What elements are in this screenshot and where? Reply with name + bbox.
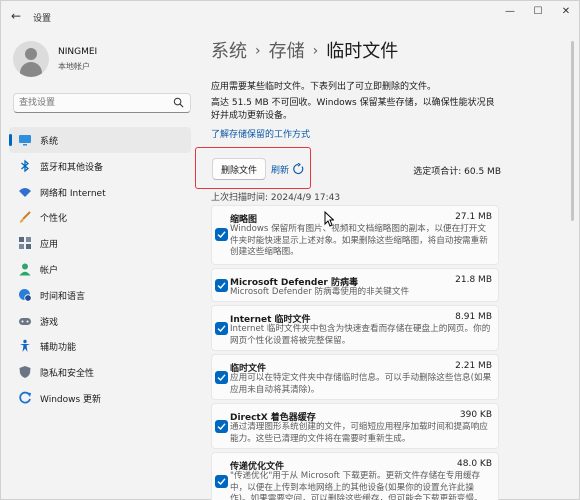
- search-input[interactable]: [19, 96, 169, 110]
- item-size: 48.0 KB: [457, 459, 492, 469]
- sidebar-item-time-language[interactable]: 时间和语言: [9, 282, 191, 308]
- intro-text: 应用需要某些临时文件。下表列出了可立即删除的文件。: [211, 82, 437, 92]
- gamepad-icon: [19, 317, 31, 325]
- item-checkbox[interactable]: [215, 371, 228, 384]
- sidebar-item-label: 隐私和安全性: [40, 369, 95, 380]
- settings-window: ← 设置 — ☐ ✕ NINGMEI 本地帐户 系统: [0, 0, 580, 500]
- item-description: Windows 保留所有图片、视频和文档缩略图的副本，以便在打开文件夹时能快速显…: [230, 224, 488, 258]
- back-arrow-icon[interactable]: ←: [11, 9, 25, 23]
- person-icon: [19, 263, 31, 276]
- check-icon: [217, 374, 226, 382]
- user-name: NINGMEI: [58, 47, 98, 57]
- list-item[interactable]: 缩略图 27.1 MB Windows 保留所有图片、视频和文档缩略图的副本，以…: [211, 205, 499, 265]
- list-item[interactable]: 临时文件 2.21 MB 应用可以在特定文件夹中存储临时信息。可以手动删除这些信…: [211, 354, 499, 400]
- sidebar-item-system[interactable]: 系统: [9, 127, 191, 153]
- sidebar-item-label: 帐户: [40, 265, 59, 276]
- search-box[interactable]: [13, 93, 191, 113]
- monitor-icon: [19, 135, 31, 146]
- sidebar-item-gaming[interactable]: 游戏: [9, 308, 191, 334]
- sidebar-item-label: 系统: [40, 137, 59, 147]
- minimize-button[interactable]: —: [499, 5, 521, 19]
- sidebar-item-label: 蓝牙和其他设备: [40, 162, 104, 173]
- close-button[interactable]: ✕: [555, 5, 577, 19]
- list-item[interactable]: DirectX 着色器缓存 390 KB 通过清理图形系统创建的文件，可缩短应用…: [211, 403, 499, 449]
- page-title: 临时文件: [326, 41, 399, 62]
- last-scan-time: 上次扫描时间: 2024/4/9 17:43: [211, 193, 341, 203]
- item-description: Microsoft Defender 防病毒使用的非关键文件: [230, 287, 410, 297]
- scrollbar[interactable]: [571, 41, 574, 221]
- apps-icon: [19, 237, 31, 250]
- item-size: 390 KB: [459, 410, 492, 420]
- check-icon: [217, 423, 226, 431]
- breadcrumb-separator: ›: [255, 43, 261, 59]
- breadcrumb-system[interactable]: 系统: [211, 41, 247, 62]
- item-description: 应用可以在特定文件夹中存储临时信息。可以手动删除这些信息(如果应用未自动将其清除…: [230, 373, 492, 395]
- reserved-storage-text: 高达 51.5 MB 不可回收。Windows 保留某些存储，以确保性能状况良好…: [211, 98, 495, 121]
- sidebar-item-label: 游戏: [40, 317, 59, 328]
- breadcrumb-separator: ›: [312, 43, 319, 59]
- sidebar-item-windows-update[interactable]: Windows 更新: [9, 385, 191, 411]
- sidebar-item-label: 应用: [40, 240, 59, 251]
- item-size: 21.8 MB: [455, 275, 492, 285]
- item-description: 通过清理图形系统创建的文件，可缩短应用程序加载时间和提高响应能力。这些已清理的文…: [230, 422, 488, 444]
- list-item[interactable]: Microsoft Defender 防病毒 21.8 MB Microsoft…: [211, 268, 499, 302]
- search-icon[interactable]: [173, 97, 184, 108]
- breadcrumb: 系统 › 存储 › 临时文件: [211, 37, 398, 63]
- sidebar-item-label: 网络和 Internet: [40, 188, 106, 199]
- temp-files-list: 缩略图 27.1 MB Windows 保留所有图片、视频和文档缩略图的副本，以…: [211, 205, 501, 500]
- sidebar-item-network[interactable]: 网络和 Internet: [9, 179, 191, 205]
- user-profile[interactable]: NINGMEI 本地帐户: [13, 41, 193, 77]
- maximize-button[interactable]: ☐: [527, 5, 549, 19]
- sidebar-item-privacy[interactable]: 隐私和安全性: [9, 359, 191, 385]
- sidebar-item-apps[interactable]: 应用: [9, 230, 191, 256]
- breadcrumb-storage[interactable]: 存储: [269, 41, 305, 62]
- selected-total: 选定项合计: 60.5 MB: [413, 167, 501, 177]
- item-description: Internet 临时文件夹中包含为快速查看而存储在硬盘上的网页。你的网页个性化…: [230, 324, 491, 346]
- sidebar-item-label: 个性化: [40, 214, 68, 225]
- sidebar-item-accounts[interactable]: 帐户: [9, 256, 191, 282]
- bluetooth-icon: [21, 159, 30, 173]
- shield-icon: [19, 366, 31, 379]
- item-size: 8.91 MB: [455, 312, 492, 322]
- list-item[interactable]: 传递优化文件 48.0 KB "传递优化"用于从 Microsoft 下载更新。…: [211, 452, 499, 500]
- item-checkbox[interactable]: [215, 420, 228, 433]
- item-size: 27.1 MB: [455, 212, 492, 222]
- title-bar: ← 设置 — ☐ ✕: [1, 1, 579, 31]
- refresh-icon[interactable]: [292, 163, 304, 175]
- item-checkbox[interactable]: [215, 475, 228, 488]
- window-title: 设置: [33, 14, 52, 24]
- sidebar-item-label: Windows 更新: [40, 394, 102, 405]
- sidebar-item-bluetooth[interactable]: 蓝牙和其他设备: [9, 153, 191, 179]
- paintbrush-icon: [20, 211, 31, 224]
- learn-storage-link[interactable]: 了解存储保留的工作方式: [211, 127, 310, 140]
- check-icon: [217, 325, 226, 333]
- avatar: [13, 41, 49, 77]
- item-checkbox[interactable]: [215, 228, 228, 241]
- update-icon: [19, 391, 31, 404]
- sidebar-nav: 系统 蓝牙和其他设备 网络和 Internet 个性化 应用 帐户 时间和语言 …: [9, 127, 193, 411]
- check-icon: [217, 478, 226, 486]
- mouse-cursor-icon: [324, 211, 334, 227]
- account-type: 本地帐户: [58, 62, 90, 71]
- item-checkbox[interactable]: [215, 322, 228, 335]
- item-size: 2.21 MB: [455, 361, 492, 371]
- check-icon: [217, 282, 226, 290]
- sidebar-item-personalization[interactable]: 个性化: [9, 204, 191, 230]
- item-description: "传递优化"用于从 Microsoft 下载更新。更新文件存储在专用缓存中，以便…: [230, 471, 483, 500]
- globe-clock-icon: [19, 288, 32, 302]
- selection-indicator: [9, 134, 12, 146]
- item-checkbox[interactable]: [215, 279, 228, 292]
- sidebar-item-label: 时间和语言: [40, 291, 86, 302]
- delete-files-button[interactable]: 删除文件: [212, 158, 266, 180]
- check-icon: [217, 231, 226, 239]
- wifi-icon: [19, 187, 31, 197]
- sidebar-item-label: 辅助功能: [40, 343, 77, 354]
- accessibility-icon: [20, 340, 30, 353]
- sidebar-item-accessibility[interactable]: 辅助功能: [9, 333, 191, 359]
- list-item[interactable]: Internet 临时文件 8.91 MB Internet 临时文件夹中包含为…: [211, 305, 499, 351]
